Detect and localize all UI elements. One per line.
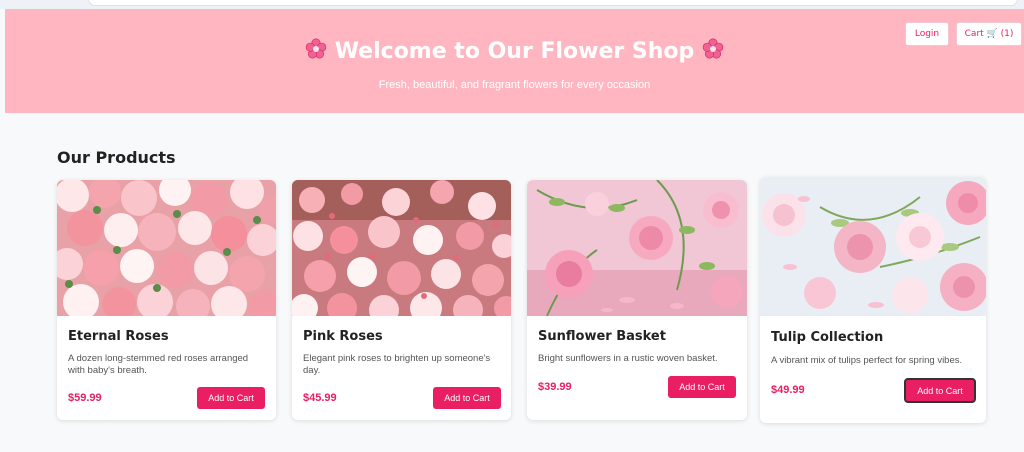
add-to-cart-button[interactable]: Add to Cart [668, 376, 736, 398]
hero-banner: Welcome to Our Flower Shop Fresh, beauti… [5, 9, 1024, 113]
product-description: Elegant pink roses to brighten up someon… [303, 353, 491, 376]
pink-roses-image [292, 180, 511, 316]
product-name: Eternal Roses [68, 329, 169, 344]
rose-bouquet-image [57, 180, 276, 316]
hero-subtitle: Fresh, beautiful, and fragrant flowers f… [378, 79, 651, 91]
product-price: $59.99 [68, 392, 102, 404]
browser-top-strip [0, 0, 1024, 9]
product-card: Eternal Roses A dozen long-stemmed red r… [57, 180, 276, 420]
product-description: A dozen long-stemmed red roses arranged … [68, 353, 249, 376]
address-bar[interactable] [88, 0, 1018, 6]
product-price: $49.99 [771, 384, 805, 396]
product-card: Pink Roses Elegant pink roses to brighte… [292, 180, 511, 420]
product-price: $39.99 [538, 381, 572, 393]
cherry-blossom-icon [702, 38, 724, 66]
product-price: $45.99 [303, 392, 337, 404]
product-description: Bright sunflowers in a rustic woven bask… [538, 353, 718, 364]
product-card: Sunflower Basket Bright sunflowers in a … [527, 180, 747, 420]
product-name: Sunflower Basket [538, 329, 666, 344]
cart-button[interactable]: Cart 🛒 (1) [956, 22, 1022, 46]
product-description: A vibrant mix of tulips perfect for spri… [771, 355, 963, 366]
add-to-cart-button[interactable]: Add to Cart [197, 387, 265, 409]
product-name: Tulip Collection [771, 330, 884, 345]
product-card: Tulip Collection A vibrant mix of tulips… [760, 177, 986, 423]
hero-title-text: Welcome to Our Flower Shop [334, 39, 695, 64]
add-to-cart-button[interactable]: Add to Cart [433, 387, 501, 409]
product-name: Pink Roses [303, 329, 383, 344]
section-title: Our Products [57, 148, 176, 167]
sunflower-basket-image [527, 180, 747, 316]
cherry-blossom-icon [305, 38, 327, 66]
tulip-collection-image [760, 177, 986, 316]
login-button[interactable]: Login [905, 22, 949, 46]
add-to-cart-button[interactable]: Add to Cart [904, 378, 976, 403]
hero-title: Welcome to Our Flower Shop [5, 38, 1024, 66]
